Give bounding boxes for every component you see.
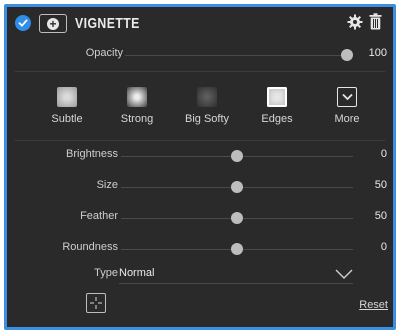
- chevron-down-icon: [337, 87, 357, 107]
- chevron-down-icon: [335, 269, 353, 279]
- gear-icon[interactable]: [347, 14, 363, 35]
- vignette-panel: + VIGNETTE Opacity 100 Subtle Strong Big…: [4, 4, 396, 330]
- opacity-thumb[interactable]: [341, 49, 353, 61]
- panel-title: VIGNETTE: [75, 15, 140, 32]
- opacity-slider[interactable]: Opacity 100: [7, 45, 393, 65]
- plus-glyph: +: [47, 17, 59, 30]
- opacity-value: 100: [368, 47, 387, 59]
- preset-edges[interactable]: Edges: [245, 87, 309, 125]
- feather-value: 50: [374, 210, 387, 222]
- add-icon[interactable]: +: [39, 14, 67, 33]
- roundness-label: Roundness: [62, 241, 118, 253]
- opacity-label: Opacity: [85, 47, 123, 59]
- big-softy-preset-icon: [197, 87, 217, 107]
- reset-link[interactable]: Reset: [359, 299, 388, 311]
- brightness-thumb[interactable]: [231, 150, 243, 162]
- preset-subtle[interactable]: Subtle: [35, 87, 99, 125]
- edges-preset-icon: [267, 87, 287, 107]
- roundness-slider[interactable]: Roundness 0: [7, 239, 393, 259]
- feather-label: Feather: [80, 210, 118, 222]
- trash-icon[interactable]: [369, 13, 382, 35]
- preset-label: Edges: [261, 113, 293, 125]
- preset-row: Subtle Strong Big Softy Edges More: [7, 87, 393, 137]
- crosshair-icon[interactable]: [86, 293, 106, 313]
- feather-thumb[interactable]: [231, 212, 243, 224]
- brightness-slider[interactable]: Brightness 0: [7, 146, 393, 166]
- opacity-track[interactable]: [125, 55, 347, 56]
- feather-slider[interactable]: Feather 50: [7, 208, 393, 228]
- size-slider[interactable]: Size 50: [7, 177, 393, 197]
- checkmark-glyph: [18, 19, 28, 27]
- panel-header: + VIGNETTE: [7, 7, 393, 39]
- strong-preset-icon: [127, 87, 147, 107]
- roundness-thumb[interactable]: [231, 243, 243, 255]
- type-dropdown[interactable]: Normal: [119, 265, 353, 284]
- size-label: Size: [96, 179, 118, 191]
- preset-label: Subtle: [51, 113, 83, 125]
- preset-strong[interactable]: Strong: [105, 87, 169, 125]
- preset-label: Big Softy: [184, 113, 230, 125]
- brightness-label: Brightness: [66, 148, 118, 160]
- brightness-value: 0: [380, 148, 387, 160]
- preset-label: More: [334, 113, 360, 125]
- divider: [15, 71, 385, 72]
- subtle-preset-icon: [57, 87, 77, 107]
- divider: [15, 140, 385, 141]
- type-value: Normal: [119, 267, 155, 279]
- preset-more[interactable]: More: [315, 87, 379, 125]
- preset-label: Strong: [120, 113, 154, 125]
- roundness-value: 0: [380, 241, 387, 253]
- preset-big-softy[interactable]: Big Softy: [175, 87, 239, 125]
- type-row: Type Normal: [7, 265, 393, 285]
- size-thumb[interactable]: [231, 181, 243, 193]
- check-circle-icon[interactable]: [15, 15, 31, 31]
- type-label: Type: [94, 267, 118, 279]
- size-value: 50: [374, 179, 387, 191]
